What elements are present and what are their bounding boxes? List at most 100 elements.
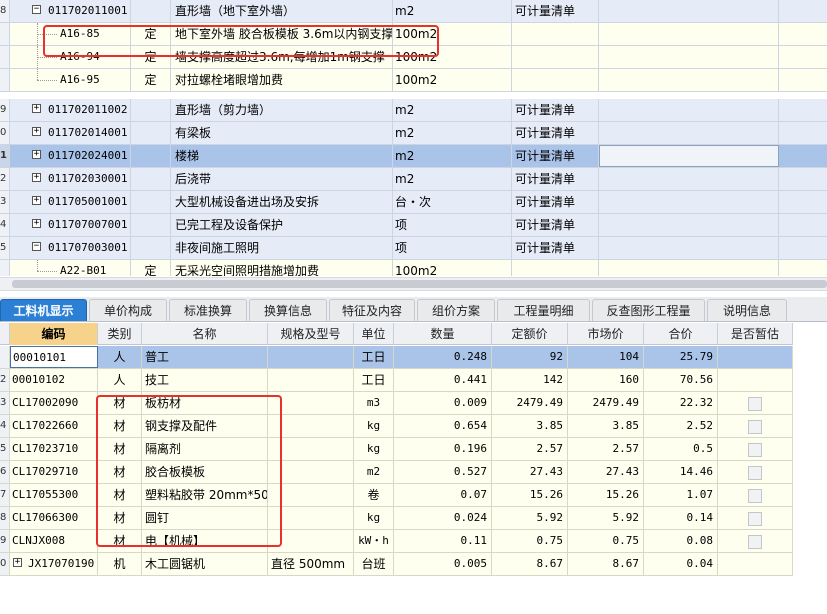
tab-quantity-detail[interactable]: 工程量明细 <box>497 299 590 321</box>
spec-cell[interactable] <box>268 438 354 460</box>
scrollbar-thumb[interactable] <box>12 280 827 288</box>
name-cell[interactable]: 木工圆锯机 <box>142 553 268 575</box>
table-row[interactable]: 3 CL17002090 材 板枋材 m3 0.009 2479.49 2479… <box>0 392 793 415</box>
code-cell[interactable]: + 011702024001 <box>10 145 131 167</box>
header-code[interactable]: 编码 <box>10 323 98 345</box>
tab-labor-material-machine[interactable]: 工料机显示 <box>0 299 87 321</box>
header-quota-price[interactable]: 定额价 <box>492 323 568 345</box>
name-cell[interactable]: 隔离剂 <box>142 438 268 460</box>
header-provisional[interactable]: 是否暂估 <box>718 323 793 345</box>
table-row[interactable]: 7 CL17055300 材 塑料粘胶带 20mm*50m 卷 0.07 15.… <box>0 484 793 507</box>
header-market-price[interactable]: 市场价 <box>568 323 644 345</box>
name-cell[interactable]: 无采光空间照明措施增加费 <box>171 260 393 276</box>
code-cell[interactable]: + 011702011002 <box>10 99 131 121</box>
code-cell[interactable]: + 011702014001 <box>10 122 131 144</box>
code-cell[interactable]: 00010101 <box>10 346 98 368</box>
name-cell[interactable]: 非夜间施工照明 <box>171 237 393 259</box>
expand-icon[interactable]: + <box>32 196 41 205</box>
horizontal-scrollbar[interactable] <box>0 277 827 291</box>
table-row[interactable]: 0 + 011702014001 有梁板 m2 可计量清单 <box>0 122 827 145</box>
name-cell[interactable]: 对拉螺栓堵眼增加费 <box>171 69 393 91</box>
header-total[interactable]: 合价 <box>644 323 718 345</box>
expand-icon[interactable]: + <box>32 127 41 136</box>
tab-standard-conversion[interactable]: 标准换算 <box>169 299 247 321</box>
spec-cell[interactable]: 直径 500mm <box>268 553 354 575</box>
quantity-cell[interactable]: 0.248 <box>394 346 492 368</box>
header-spec[interactable]: 规格及型号 <box>268 323 354 345</box>
spec-cell[interactable] <box>268 530 354 552</box>
edit-cell[interactable] <box>599 145 779 167</box>
spec-cell[interactable] <box>268 484 354 506</box>
quantity-cell[interactable]: 0.009 <box>394 392 492 414</box>
market-price-cell[interactable]: 27.43 <box>568 461 644 483</box>
name-cell[interactable]: 塑料粘胶带 20mm*50m <box>142 484 268 506</box>
code-cell[interactable]: CL17066300 <box>10 507 98 529</box>
name-cell[interactable]: 地下室外墙 胶合板模板 3.6m以内钢支撑 <box>171 23 393 45</box>
table-row[interactable]: 5 − 011707003001 非夜间施工照明 项 可计量清单 <box>0 237 827 260</box>
provisional-checkbox[interactable] <box>748 488 762 503</box>
name-cell[interactable]: 普工 <box>142 346 268 368</box>
code-cell[interactable]: + JX17070190 <box>10 553 98 575</box>
table-row[interactable]: 4 CL17022660 材 钢支撑及配件 kg 0.654 3.85 3.85… <box>0 415 793 438</box>
quantity-cell[interactable]: 0.196 <box>394 438 492 460</box>
tab-pricing-scheme[interactable]: 组价方案 <box>417 299 495 321</box>
quantity-cell[interactable]: 0.07 <box>394 484 492 506</box>
name-cell[interactable]: 已完工程及设备保护 <box>171 214 393 236</box>
tab-unit-price[interactable]: 单价构成 <box>89 299 167 321</box>
name-cell[interactable]: 圆钉 <box>142 507 268 529</box>
expand-icon[interactable]: + <box>32 104 41 113</box>
name-cell[interactable]: 板枋材 <box>142 392 268 414</box>
code-cell[interactable]: − 011707003001 <box>10 237 131 259</box>
name-cell[interactable]: 楼梯 <box>171 145 393 167</box>
quantity-cell[interactable]: 0.11 <box>394 530 492 552</box>
expand-icon[interactable]: + <box>32 219 41 228</box>
table-row-selected[interactable]: 1 + 011702024001 楼梯 m2 可计量清单 <box>0 145 827 168</box>
provisional-checkbox[interactable] <box>748 419 762 434</box>
expand-icon[interactable]: + <box>32 173 41 182</box>
table-row-selected[interactable]: 00010101 人 普工 工日 0.248 92 104 25.79 <box>0 346 793 369</box>
table-row[interactable]: 2 00010102 人 技工 工日 0.441 142 160 70.56 <box>0 369 793 392</box>
collapse-icon[interactable]: − <box>32 5 41 14</box>
name-cell[interactable]: 胶合板模板 <box>142 461 268 483</box>
market-price-cell[interactable]: 0.75 <box>568 530 644 552</box>
code-cell[interactable]: + 011707007001 <box>10 214 131 236</box>
table-row[interactable]: 9 + 011702011002 直形墙（剪力墙） m2 可计量清单 <box>0 99 827 122</box>
table-row[interactable]: A16-94 定 墙支撑高度超过3.6m,每增加1m钢支撑 100m2 <box>0 46 827 69</box>
code-cell[interactable]: CL17002090 <box>10 392 98 414</box>
quantity-cell[interactable]: 0.654 <box>394 415 492 437</box>
name-cell[interactable]: 大型机械设备进出场及安拆 <box>171 191 393 213</box>
tab-conversion-info[interactable]: 换算信息 <box>249 299 327 321</box>
table-row[interactable]: 2 + 011702030001 后浇带 m2 可计量清单 <box>0 168 827 191</box>
code-cell[interactable]: A16-95 <box>10 69 131 91</box>
expand-icon[interactable]: + <box>13 558 22 567</box>
spec-cell[interactable] <box>268 346 354 368</box>
provisional-checkbox[interactable] <box>748 465 762 480</box>
spec-cell[interactable] <box>268 507 354 529</box>
table-row[interactable]: 8 CL17066300 材 圆钉 kg 0.024 5.92 5.92 0.1… <box>0 507 793 530</box>
header-unit[interactable]: 单位 <box>354 323 394 345</box>
spec-cell[interactable] <box>268 392 354 414</box>
provisional-checkbox[interactable] <box>748 442 762 457</box>
table-row[interactable]: 9 CLNJX008 材 电【机械】 kW・h 0.11 0.75 0.75 0… <box>0 530 793 553</box>
market-price-cell[interactable]: 2479.49 <box>568 392 644 414</box>
table-row[interactable]: 3 + 011705001001 大型机械设备进出场及安拆 台・次 可计量清单 <box>0 191 827 214</box>
table-row[interactable]: A16-85 定 地下室外墙 胶合板模板 3.6m以内钢支撑 100m2 <box>0 23 827 46</box>
code-cell[interactable]: A22-B01 <box>10 260 131 276</box>
provisional-checkbox[interactable] <box>748 511 762 526</box>
name-cell[interactable]: 墙支撑高度超过3.6m,每增加1m钢支撑 <box>171 46 393 68</box>
code-cell[interactable]: CL17029710 <box>10 461 98 483</box>
code-cell[interactable]: CL17022660 <box>10 415 98 437</box>
tab-description[interactable]: 说明信息 <box>707 299 787 321</box>
quantity-cell[interactable]: 0.527 <box>394 461 492 483</box>
quantity-cell[interactable]: 0.024 <box>394 507 492 529</box>
code-cell[interactable]: + 011702030001 <box>10 168 131 190</box>
code-cell[interactable]: + 011705001001 <box>10 191 131 213</box>
table-row[interactable]: A16-95 定 对拉螺栓堵眼增加费 100m2 <box>0 69 827 92</box>
name-cell[interactable]: 有梁板 <box>171 122 393 144</box>
header-category[interactable]: 类别 <box>98 323 142 345</box>
table-row[interactable]: 8 − 011702011001 直形墙（地下室外墙） m2 可计量清单 <box>0 0 827 23</box>
name-cell[interactable]: 钢支撑及配件 <box>142 415 268 437</box>
name-cell[interactable]: 直形墙（地下室外墙） <box>171 0 393 22</box>
spec-cell[interactable] <box>268 461 354 483</box>
name-cell[interactable]: 直形墙（剪力墙） <box>171 99 393 121</box>
